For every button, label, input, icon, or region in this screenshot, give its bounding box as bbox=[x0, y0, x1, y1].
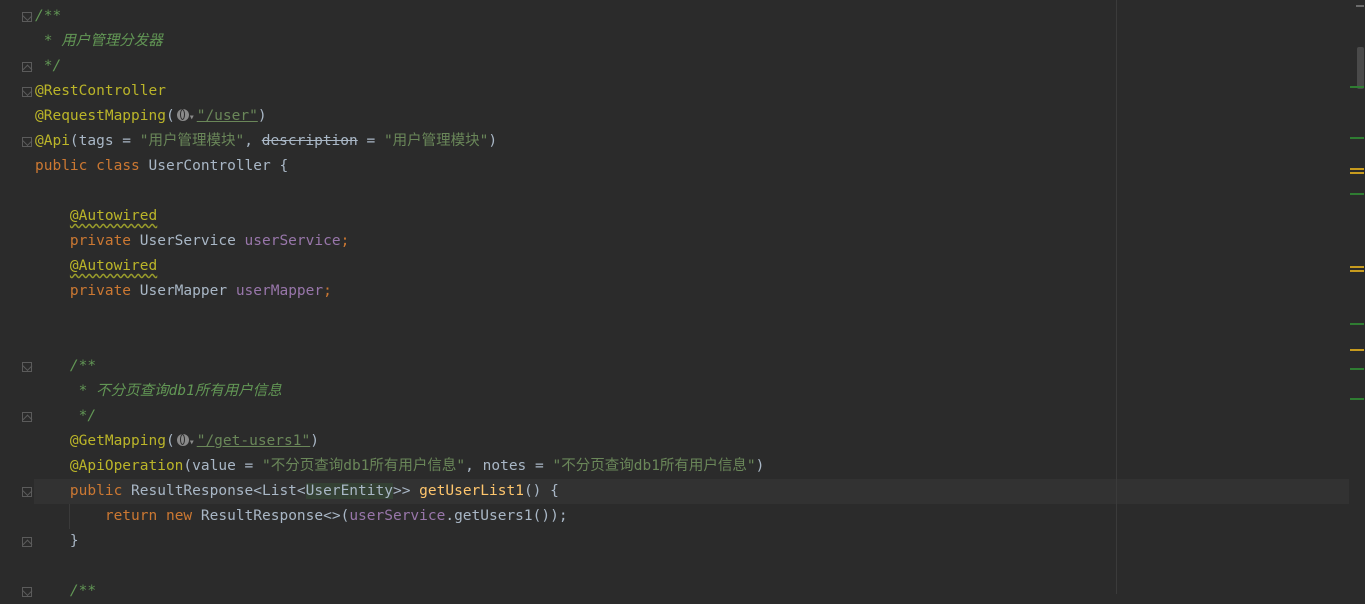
error-stripe-marker[interactable] bbox=[1350, 323, 1364, 325]
annotation: @ApiOperation bbox=[69, 458, 184, 474]
fold-marker-icon[interactable] bbox=[22, 487, 32, 497]
code-line-4[interactable]: @RestController bbox=[35, 79, 166, 104]
editor-gutter bbox=[0, 0, 34, 597]
keyword: new bbox=[165, 508, 193, 524]
code-editor[interactable]: /** * 用户管理分发器 */ @RestController @Reques… bbox=[0, 0, 1365, 599]
string-literal: "不分页查询db1所有用户信息" bbox=[552, 458, 756, 474]
error-stripe-marker[interactable] bbox=[1350, 398, 1364, 400]
comment: /** bbox=[69, 583, 97, 599]
string-literal: "不分页查询db1所有用户信息" bbox=[262, 458, 466, 474]
url-string[interactable]: "/user" bbox=[197, 108, 258, 124]
keyword: private bbox=[69, 233, 132, 249]
error-stripe-marker[interactable] bbox=[1350, 86, 1364, 88]
code-line-20[interactable]: public ResultResponse<List<UserEntity>> … bbox=[35, 479, 559, 504]
code-line-6[interactable]: @Api(tags = "用户管理模块", description = "用户管… bbox=[35, 129, 497, 154]
string-literal: "用户管理模块" bbox=[139, 133, 245, 149]
code-line-7[interactable]: public class UserController { bbox=[35, 154, 288, 179]
error-stripe-marker[interactable] bbox=[1356, 5, 1364, 7]
error-stripe-marker[interactable] bbox=[1350, 137, 1364, 139]
fold-marker-icon[interactable] bbox=[22, 587, 32, 597]
annotation: @Autowired bbox=[69, 208, 158, 224]
type-name: >> bbox=[392, 483, 411, 499]
type-name: UserMapper bbox=[139, 283, 228, 299]
right-margin-guide bbox=[1116, 0, 1117, 594]
code-text: () { bbox=[523, 483, 559, 499]
fold-marker-icon[interactable] bbox=[22, 362, 32, 372]
code-line-10[interactable]: private UserService userService; bbox=[35, 229, 349, 254]
keyword: public bbox=[69, 483, 123, 499]
annotation: @RestController bbox=[35, 83, 166, 99]
keyword: class bbox=[96, 158, 140, 174]
method-name: getUserList1 bbox=[419, 483, 524, 499]
code-line-11[interactable]: @Autowired bbox=[35, 254, 157, 279]
code-line-17[interactable]: */ bbox=[35, 404, 96, 429]
field-name: userService bbox=[244, 233, 341, 249]
type-name-highlighted: UserEntity bbox=[305, 483, 393, 499]
code-line-12[interactable]: private UserMapper userMapper; bbox=[35, 279, 332, 304]
code-line-16[interactable]: * 不分页查询db1所有用户信息 bbox=[35, 379, 282, 404]
fold-marker-icon[interactable] bbox=[22, 412, 32, 422]
param-name: notes bbox=[482, 458, 527, 474]
fold-marker-icon[interactable] bbox=[22, 137, 32, 147]
comment: * 用户管理分发器 bbox=[35, 33, 163, 49]
comment: * 不分页查询db1所有用户信息 bbox=[69, 383, 282, 399]
field-name: userMapper bbox=[235, 283, 324, 299]
error-stripe-marker[interactable] bbox=[1350, 168, 1364, 170]
annotation: @Api bbox=[35, 133, 70, 149]
comment: */ bbox=[69, 408, 97, 424]
code-line-5[interactable]: @RequestMapping(▾ "/user") bbox=[35, 104, 267, 129]
keyword: return bbox=[104, 508, 158, 524]
fold-marker-icon[interactable] bbox=[22, 537, 32, 547]
keyword: public bbox=[35, 158, 88, 174]
class-name: UserController { bbox=[148, 158, 289, 174]
error-stripe-marker[interactable] bbox=[1350, 193, 1364, 195]
type-name: ResultResponse<List< bbox=[131, 483, 306, 499]
annotation: @GetMapping bbox=[69, 433, 166, 449]
deprecated-param-name: description bbox=[261, 133, 358, 149]
code-line-18[interactable]: @GetMapping(▾ "/get-users1") bbox=[35, 429, 319, 454]
chevron-down-icon[interactable]: ▾ bbox=[189, 437, 195, 448]
code-line-9[interactable]: @Autowired bbox=[35, 204, 157, 229]
annotation: @Autowired bbox=[69, 258, 158, 274]
code-line-24[interactable]: /** bbox=[35, 579, 96, 604]
vertical-scrollbar[interactable] bbox=[1357, 0, 1365, 594]
code-line-1[interactable]: /** bbox=[35, 4, 61, 29]
param-name: value bbox=[192, 458, 236, 474]
scrollbar-thumb[interactable] bbox=[1357, 47, 1364, 89]
type-name: ResultResponse<>( bbox=[200, 508, 350, 524]
keyword: private bbox=[69, 283, 132, 299]
code-line-3[interactable]: */ bbox=[35, 54, 61, 79]
code-text: .getUsers1()); bbox=[445, 508, 568, 524]
annotation: @RequestMapping bbox=[35, 108, 166, 124]
error-stripe-marker[interactable] bbox=[1350, 368, 1364, 370]
type-name: UserService bbox=[139, 233, 236, 249]
param-name: tags bbox=[78, 133, 114, 149]
code-line-22[interactable]: } bbox=[35, 529, 79, 554]
error-stripe-marker[interactable] bbox=[1350, 266, 1364, 268]
code-line-21[interactable]: return new ResultResponse<>(userService.… bbox=[35, 504, 568, 529]
fold-marker-icon[interactable] bbox=[22, 12, 32, 22]
comment: /** bbox=[35, 8, 62, 24]
globe-icon[interactable] bbox=[176, 434, 189, 446]
field-name: userService bbox=[349, 508, 446, 524]
error-stripe-marker[interactable] bbox=[1350, 349, 1364, 351]
url-string[interactable]: "/get-users1" bbox=[197, 433, 311, 449]
error-stripe-marker[interactable] bbox=[1350, 172, 1364, 174]
error-stripe-marker[interactable] bbox=[1350, 270, 1364, 272]
chevron-down-icon[interactable]: ▾ bbox=[189, 112, 195, 123]
fold-marker-icon[interactable] bbox=[22, 62, 32, 72]
comment: */ bbox=[35, 58, 62, 74]
code-line-19[interactable]: @ApiOperation(value = "不分页查询db1所有用户信息", … bbox=[35, 454, 764, 479]
code-line-15[interactable]: /** bbox=[35, 354, 96, 379]
fold-marker-icon[interactable] bbox=[22, 87, 32, 97]
string-literal: "用户管理模块" bbox=[383, 133, 489, 149]
comment: /** bbox=[69, 358, 97, 374]
code-line-2[interactable]: * 用户管理分发器 bbox=[35, 29, 163, 54]
code-text: } bbox=[69, 533, 79, 549]
globe-icon[interactable] bbox=[176, 109, 189, 121]
